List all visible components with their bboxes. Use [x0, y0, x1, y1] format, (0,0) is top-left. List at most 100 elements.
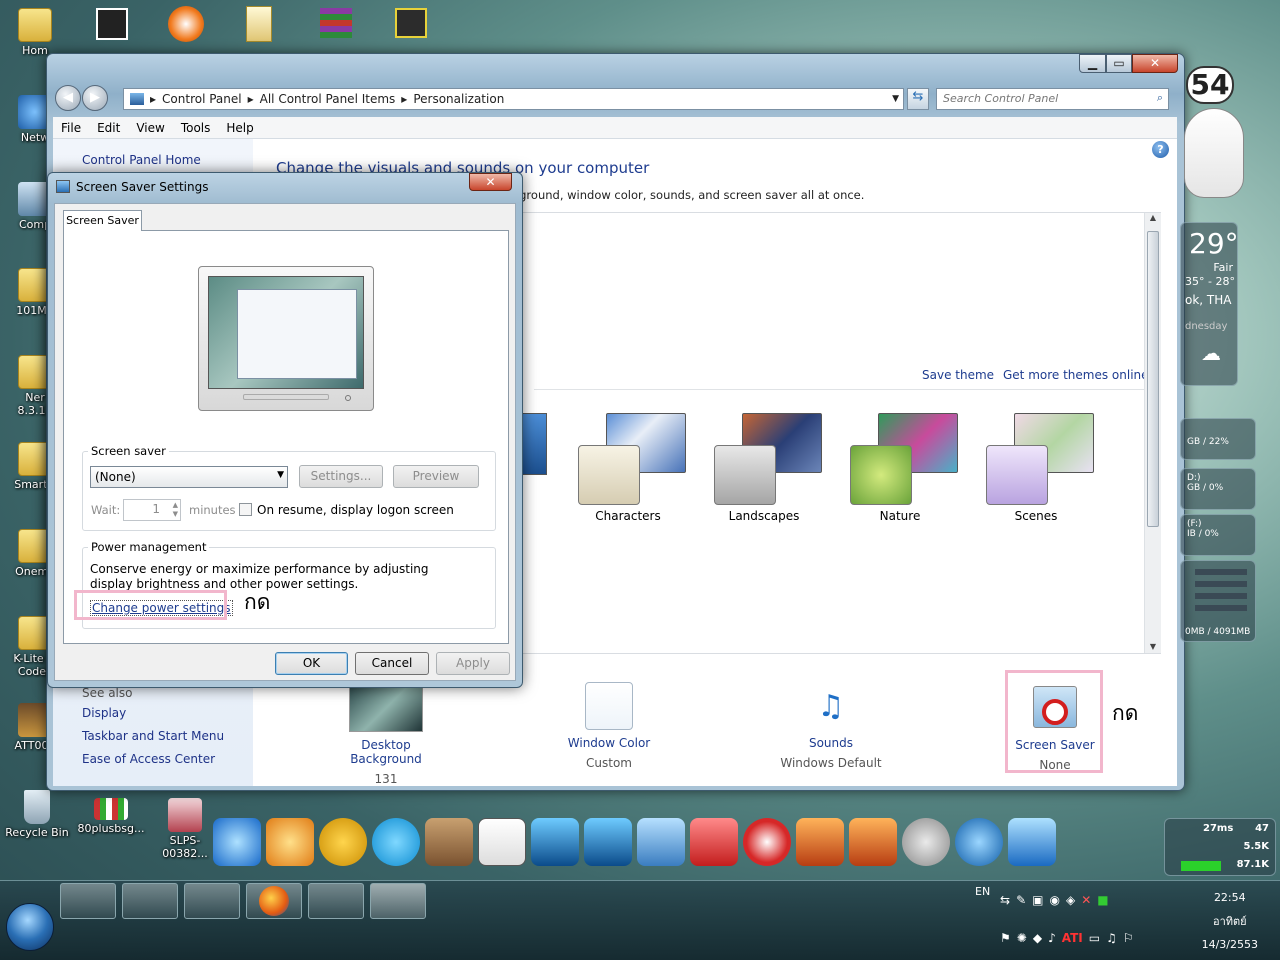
dropdown-arrow-icon[interactable]: ▼: [892, 94, 899, 104]
display-tray-icon[interactable]: ▭: [1089, 931, 1100, 949]
skype-icon[interactable]: [372, 818, 420, 866]
theme-nature[interactable]: Nature: [840, 411, 960, 523]
forward-button[interactable]: ▶: [82, 85, 108, 111]
desktop-icon-80plus[interactable]: 80plusbsg...: [76, 798, 146, 835]
taskbar-item-screen-saver[interactable]: [370, 883, 426, 919]
display-link[interactable]: Display: [82, 706, 126, 720]
ati-tray-icon[interactable]: ATI: [1062, 931, 1083, 949]
green-tray-icon[interactable]: ■: [1097, 893, 1108, 911]
save-theme-link[interactable]: Save theme: [922, 368, 994, 382]
menu-help[interactable]: Help: [218, 121, 261, 135]
torrent-shortcut-icon[interactable]: [96, 8, 128, 40]
internet-explorer-icon[interactable]: [213, 818, 261, 866]
taskbar-clock[interactable]: 22:54 อาทิตย์ 14/3/2553: [1202, 891, 1258, 951]
resume-logon-label: On resume, display logon screen: [257, 503, 454, 517]
theme-scrollbar[interactable]: ▲ ▼: [1144, 213, 1161, 653]
maximize-button[interactable]: ▭: [1106, 54, 1132, 73]
tab-screen-saver[interactable]: Screen Saver: [63, 210, 142, 231]
minimize-button[interactable]: ▁: [1079, 54, 1106, 73]
kmplayer-icon[interactable]: [531, 818, 579, 866]
cancel-button[interactable]: Cancel: [355, 652, 429, 675]
winrar-shortcut-icon[interactable]: [320, 8, 352, 38]
screen-saver-select[interactable]: (None) ▼: [90, 466, 288, 488]
status-tray-icon[interactable]: ◉: [1049, 893, 1059, 911]
wireless-tray-icon[interactable]: ✺: [1017, 931, 1027, 949]
kmplayer-icon[interactable]: [584, 818, 632, 866]
taskbar-item-messenger[interactable]: [60, 883, 116, 919]
resume-logon-checkbox[interactable]: [239, 503, 252, 516]
tools-icon[interactable]: [637, 818, 685, 866]
browser-icon[interactable]: [266, 818, 314, 866]
disk-tool-icon[interactable]: [902, 818, 950, 866]
close-tray-icon[interactable]: ✕: [1081, 893, 1091, 911]
taskbar-start-menu-link[interactable]: Taskbar and Start Menu: [82, 729, 224, 743]
window-color-item[interactable]: Window Color Custom: [549, 682, 669, 770]
spinner-icon[interactable]: ▲ ▼: [173, 501, 178, 519]
volume-tray-icon[interactable]: ♪: [1048, 931, 1056, 949]
taskbar-item-firefox[interactable]: [246, 883, 302, 919]
help-icon[interactable]: ?: [1152, 141, 1169, 158]
scroll-up-icon[interactable]: ▲: [1145, 213, 1161, 222]
power-light-icon: [345, 395, 351, 401]
screen-saver-tab-panel: Screen saver (None) ▼ Settings... Preview…: [63, 230, 509, 644]
menu-file[interactable]: File: [53, 121, 89, 135]
torrent-tray-icon[interactable]: ▣: [1032, 893, 1043, 911]
sounds-icon: ♫: [817, 689, 845, 724]
breadcrumb-control-panel[interactable]: Control Panel: [162, 92, 242, 106]
apply-button[interactable]: Apply: [436, 652, 510, 675]
aimp-icon[interactable]: [319, 818, 367, 866]
preview-button[interactable]: Preview: [393, 465, 479, 488]
sounds-item[interactable]: ♫ Sounds Windows Default: [771, 689, 891, 770]
security-tray-icon[interactable]: ⚑: [1000, 931, 1011, 949]
document-shortcut-icon[interactable]: [246, 6, 272, 42]
desktop-icon-recycle-bin[interactable]: Recycle Bin: [2, 790, 72, 839]
start-button[interactable]: [6, 903, 54, 951]
breadcrumb-all-items[interactable]: All Control Panel Items: [260, 92, 396, 106]
wait-minutes-input[interactable]: 1 ▲ ▼: [123, 499, 181, 521]
yu-icon[interactable]: [955, 818, 1003, 866]
control-panel-home-link[interactable]: Control Panel Home: [82, 153, 201, 167]
scroll-thumb[interactable]: [1147, 231, 1159, 527]
desktop-background-item[interactable]: Desktop Background 131: [326, 684, 446, 786]
cheat-engine-icon[interactable]: [425, 818, 473, 866]
settings-button[interactable]: Settings...: [299, 465, 383, 488]
menu-view[interactable]: View: [128, 121, 172, 135]
get-more-themes-link[interactable]: Get more themes online: [1003, 368, 1149, 382]
scroll-down-icon[interactable]: ▼: [1145, 642, 1161, 651]
avi-shortcut-icon[interactable]: [395, 8, 427, 38]
media-player-classic-icon[interactable]: [478, 818, 526, 866]
tray-icon[interactable]: ◈: [1066, 893, 1075, 911]
menu-tools[interactable]: Tools: [173, 121, 219, 135]
theme-landscapes[interactable]: Landscapes: [704, 411, 824, 523]
taskbar-item-control-panel[interactable]: [308, 883, 364, 919]
close-button[interactable]: ✕: [1132, 54, 1178, 73]
theme-characters[interactable]: Characters: [568, 411, 688, 523]
search-input[interactable]: Search Control Panel ⌕: [936, 88, 1169, 110]
taskbar-item-app[interactable]: [122, 883, 178, 919]
bitcomet-shortcut-icon[interactable]: [168, 6, 204, 42]
menu-edit[interactable]: Edit: [89, 121, 128, 135]
theme-scenes[interactable]: Scenes: [976, 411, 1096, 523]
back-button[interactable]: ◀: [55, 85, 81, 111]
update-tray-icon[interactable]: ◆: [1033, 931, 1042, 949]
game-icon[interactable]: [796, 818, 844, 866]
desktop-icon-home[interactable]: Hom: [0, 8, 70, 57]
language-indicator[interactable]: EN: [975, 885, 990, 898]
burning-icon[interactable]: [743, 818, 791, 866]
acrobat-icon[interactable]: [690, 818, 738, 866]
taskbar-item-display[interactable]: [184, 883, 240, 919]
address-bar[interactable]: ▸ Control Panel ▸ All Control Panel Item…: [123, 88, 904, 110]
search-icon[interactable]: ⌕: [1157, 91, 1163, 105]
dialog-close-button[interactable]: ✕: [469, 173, 512, 191]
teamviewer-icon[interactable]: [1008, 818, 1056, 866]
flag-icon[interactable]: ⚐: [1123, 931, 1134, 949]
ok-button[interactable]: OK: [275, 652, 348, 675]
breadcrumb-personalization[interactable]: Personalization: [413, 92, 504, 106]
speaker-icon[interactable]: ♫: [1106, 931, 1117, 949]
pen-tray-icon[interactable]: ✎: [1016, 893, 1026, 911]
game-icon[interactable]: [849, 818, 897, 866]
ease-of-access-link[interactable]: Ease of Access Center: [82, 752, 215, 766]
refresh-icon[interactable]: ⇆: [907, 88, 929, 110]
network-tray-icon[interactable]: ⇆: [1000, 893, 1010, 911]
desktop-icon-slps[interactable]: SLPS-00382...: [150, 798, 220, 860]
